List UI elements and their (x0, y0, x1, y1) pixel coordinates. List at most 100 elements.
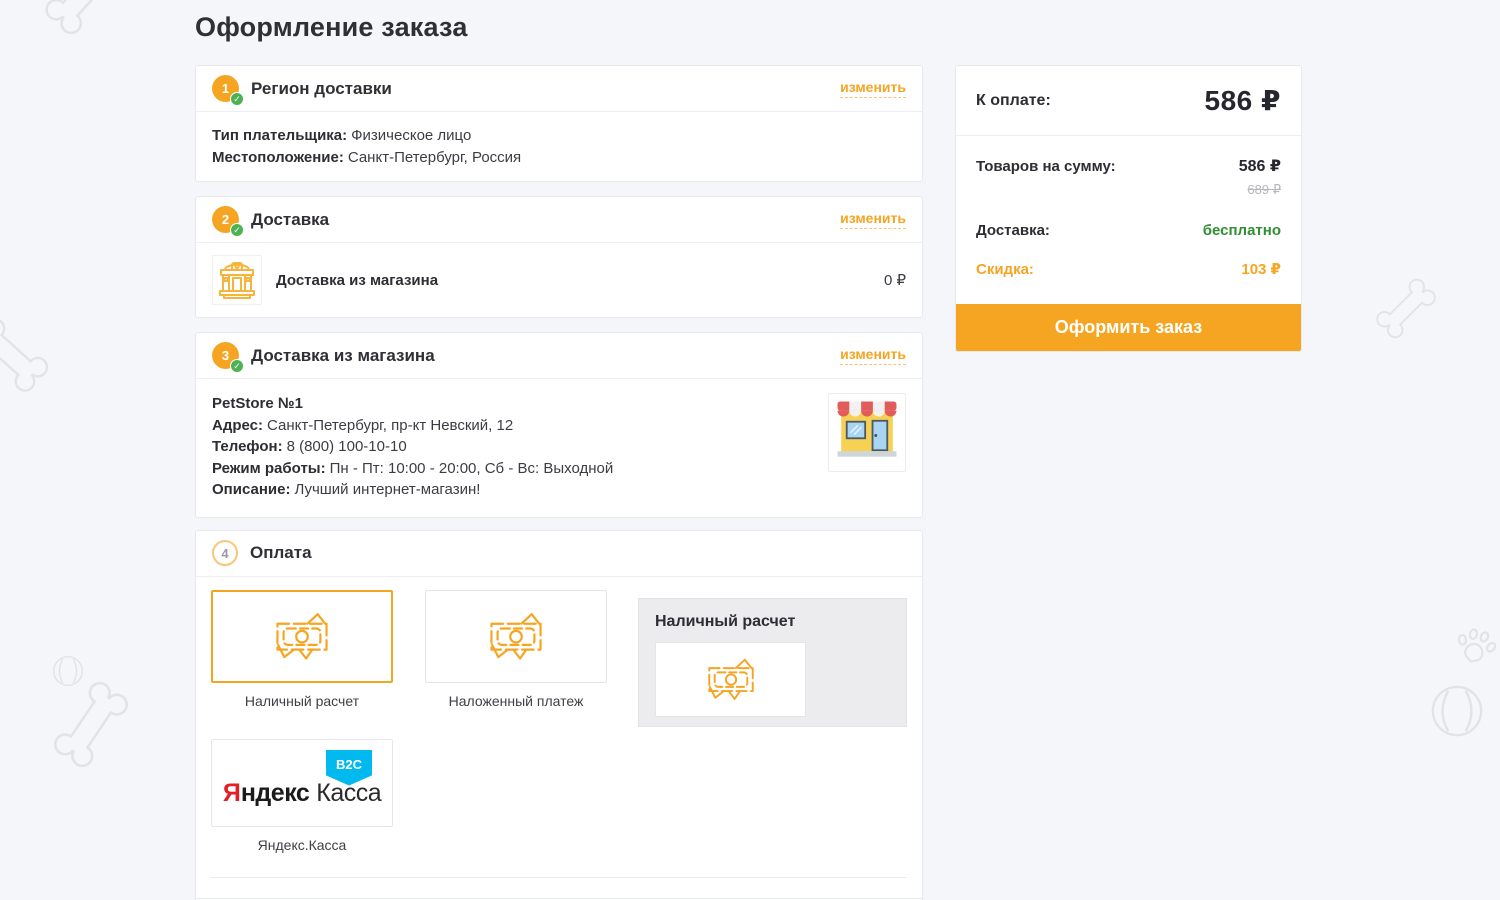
items-total-value: 586 ₽ (1239, 156, 1281, 176)
step-2-number: 2 (222, 212, 229, 227)
store-desc-label: Описание: (212, 481, 290, 498)
step-1-number: 1 (222, 81, 229, 96)
store-desc-row: Описание:Лучший интернет-магазин! (212, 479, 814, 501)
bone-icon (1372, 274, 1441, 343)
tennis-ball-icon (52, 655, 84, 687)
store-phone-value: 8 (800) 100-10-10 (287, 438, 407, 455)
checkout-main-column: 1 ✓ Регион доставки изменить Тип платель… (195, 65, 923, 900)
cash-icon (483, 606, 549, 666)
store-address-value: Санкт-Петербург, пр-кт Невский, 12 (267, 417, 513, 434)
check-icon: ✓ (230, 223, 244, 237)
section-delivery-title: Доставка (251, 210, 329, 230)
section-payment-header: 4 Оплата (196, 531, 922, 577)
payment-options-row: Наличный расчет Наложенный платеж Наличн… (211, 590, 907, 727)
store-address-row: Адрес:Санкт-Петербург, пр-кт Невский, 12 (212, 415, 814, 437)
step-1-badge: 1 ✓ (212, 75, 239, 102)
order-summary-rows: Товаров на сумму: 586 ₽ 689 ₽ Доставка: … (956, 136, 1301, 304)
location-row: Местоположение:Санкт-Петербург, Россия (212, 147, 906, 169)
delivery-cost-label: Доставка: (976, 222, 1050, 239)
bone-icon (48, 676, 133, 772)
section-pickup-title: Доставка из магазина (251, 346, 435, 366)
selected-payment-card (655, 642, 806, 717)
store-hours-value: Пн - Пт: 10:00 - 20:00, Сб - Вс: Выходно… (330, 460, 614, 477)
order-total-value: 586 ₽ (1205, 84, 1281, 117)
section-pickup-header: 3 ✓ Доставка из магазина изменить (196, 333, 922, 379)
items-total-label: Товаров на сумму: (976, 158, 1116, 175)
selected-payment-title: Наличный расчет (655, 613, 890, 631)
check-icon: ✓ (230, 92, 244, 106)
order-summary: К оплате: 586 ₽ Товаров на сумму: 586 ₽ … (955, 65, 1302, 352)
selected-payment-panel: Наличный расчет (638, 598, 907, 727)
store-address-label: Адрес: (212, 417, 263, 434)
order-summary-card: К оплате: 586 ₽ Товаров на сумму: 586 ₽ … (955, 65, 1302, 352)
payment-option-yandex: B2C Яндекс Касса Яндекс.Касса (211, 739, 907, 853)
step-4-number: 4 (221, 546, 228, 561)
payment-option-cod-label: Наложенный платеж (425, 693, 607, 709)
step-3-badge: 3 ✓ (212, 342, 239, 369)
storefront-image (828, 393, 906, 472)
payment-option-cash: Наличный расчет (211, 590, 393, 727)
store-hours-label: Режим работы: (212, 460, 326, 477)
section-delivery: 2 ✓ Доставка изменить Доставка из магази… (195, 196, 923, 318)
submit-order-button[interactable]: Оформить заказ (956, 304, 1301, 351)
store-phone-row: Телефон:8 (800) 100-10-10 (212, 436, 814, 458)
yandex-kassa-logo: Яндекс Касса (223, 779, 381, 808)
yandex-logo-black: ндекс (241, 779, 309, 807)
payer-type-label: Тип плательщика: (212, 127, 347, 144)
pickup-edit-link[interactable]: изменить (840, 346, 906, 365)
yandex-logo-red: Я (223, 779, 241, 807)
tennis-ball-icon (1430, 684, 1484, 738)
delivery-cost-value: бесплатно (1203, 222, 1281, 239)
section-region: 1 ✓ Регион доставки изменить Тип платель… (195, 65, 923, 182)
section-payment: 4 Оплата Наличный расчет Наложенный плат… (195, 530, 923, 900)
payment-option-cash-label: Наличный расчет (211, 693, 393, 709)
payer-type-row: Тип плательщика:Физическое лицо (212, 125, 906, 147)
store-hours-row: Режим работы:Пн - Пт: 10:00 - 20:00, Сб … (212, 458, 814, 480)
step-4-badge: 4 (212, 540, 238, 566)
payment-option-cod: Наложенный платеж (425, 590, 607, 727)
store-desc-value: Лучший интернет-магазин! (294, 481, 480, 498)
section-delivery-header: 2 ✓ Доставка изменить (196, 197, 922, 243)
delivery-edit-link[interactable]: изменить (840, 210, 906, 229)
paw-icon (1450, 620, 1500, 672)
location-value: Санкт-Петербург, Россия (348, 149, 521, 166)
payment-option-cod-card[interactable] (425, 590, 607, 683)
store-phone-label: Телефон: (212, 438, 283, 455)
delivery-cost-row: Доставка: бесплатно (976, 222, 1281, 239)
section-region-title: Регион доставки (251, 79, 392, 99)
store-info: PetStore №1 Адрес:Санкт-Петербург, пр-кт… (212, 393, 814, 501)
section-region-header: 1 ✓ Регион доставки изменить (196, 66, 922, 112)
items-old-price: 689 ₽ (976, 182, 1281, 198)
location-label: Местоположение: (212, 149, 344, 166)
cash-icon (702, 652, 760, 706)
section-payment-body: Наличный расчет Наложенный платеж Наличн… (196, 577, 922, 900)
divider (211, 877, 907, 878)
region-edit-link[interactable]: изменить (840, 79, 906, 98)
cash-icon (269, 606, 335, 666)
section-payment-title: Оплата (250, 543, 312, 563)
step-3-number: 3 (222, 348, 229, 363)
section-pickup: 3 ✓ Доставка из магазина изменить PetSto… (195, 332, 923, 518)
check-icon: ✓ (230, 359, 244, 373)
discount-label: Скидка: (976, 261, 1034, 278)
payer-type-value: Физическое лицо (351, 127, 471, 144)
delivery-method-name: Доставка из магазина (276, 272, 438, 289)
section-region-body: Тип плательщика:Физическое лицо Местопол… (196, 112, 922, 181)
delivery-method-row: Доставка из магазина 0 ₽ (196, 243, 922, 317)
store-name: PetStore №1 (212, 393, 814, 415)
bone-icon (40, 0, 129, 40)
bone-icon (0, 313, 54, 398)
store-outline-icon (212, 255, 262, 305)
step-2-badge: 2 ✓ (212, 206, 239, 233)
discount-row: Скидка: 103 ₽ (976, 260, 1281, 278)
items-total-row: Товаров на сумму: 586 ₽ (976, 156, 1281, 176)
payment-option-cash-card[interactable] (211, 590, 393, 683)
store-details: PetStore №1 Адрес:Санкт-Петербург, пр-кт… (196, 379, 922, 517)
payment-option-yandex-label: Яндекс.Касса (211, 837, 393, 853)
page-title: Оформление заказа (195, 12, 468, 43)
order-total-row: К оплате: 586 ₽ (956, 66, 1301, 136)
discount-value: 103 ₽ (1241, 260, 1281, 278)
delivery-method-price: 0 ₽ (884, 271, 906, 289)
payment-option-yandex-card[interactable]: B2C Яндекс Касса (211, 739, 393, 827)
order-total-label: К оплате: (976, 92, 1051, 110)
